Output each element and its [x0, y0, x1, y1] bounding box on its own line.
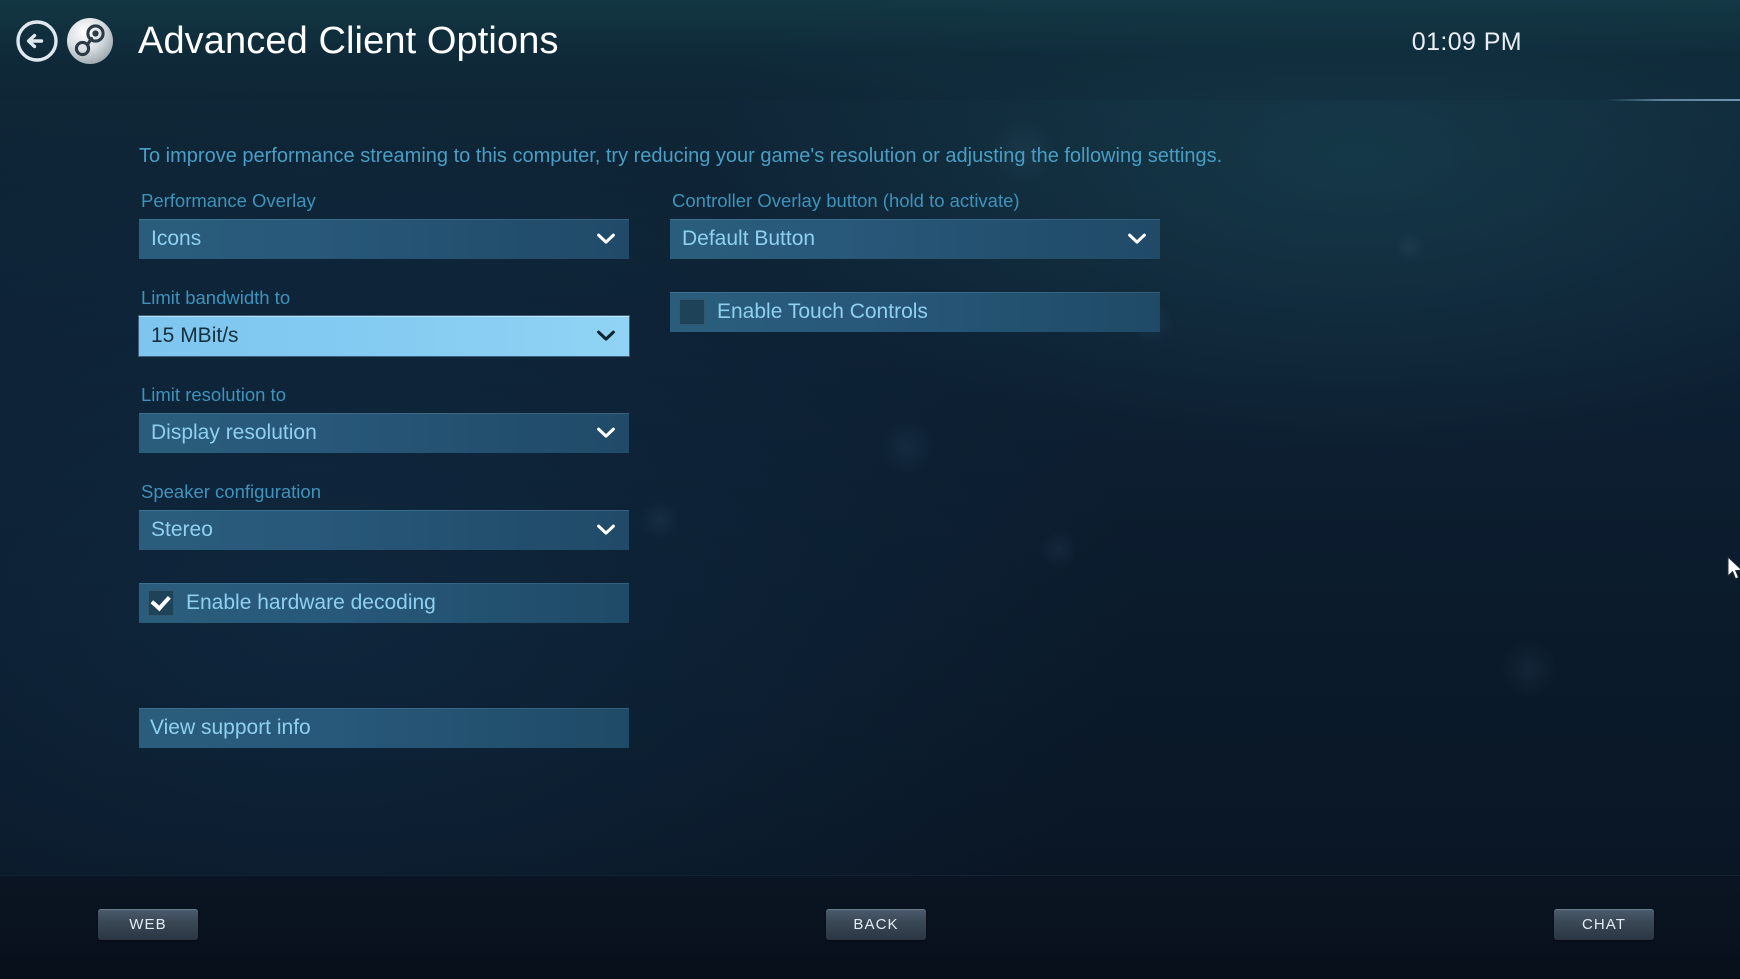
speaker-configuration-value: Stereo: [151, 518, 213, 541]
enable-touch-controls-checkbox[interactable]: [679, 299, 705, 325]
view-support-info-button[interactable]: View support info: [139, 708, 629, 748]
settings-content: To improve performance streaming to this…: [0, 100, 1740, 875]
page-title: Advanced Client Options: [138, 20, 559, 62]
limit-resolution-label: Limit resolution to: [141, 384, 286, 405]
steam-logo-icon: [66, 17, 114, 65]
enable-touch-controls-row[interactable]: Enable Touch Controls: [670, 292, 1160, 332]
controller-overlay-button-label: Controller Overlay button (hold to activ…: [672, 190, 1020, 211]
performance-overlay-label: Performance Overlay: [141, 190, 316, 211]
page-header: Advanced Client Options 01:09 PM: [0, 0, 1740, 101]
performance-overlay-value: Icons: [151, 227, 202, 250]
chevron-down-icon: [597, 330, 615, 342]
enable-hardware-decoding-row[interactable]: Enable hardware decoding: [139, 583, 629, 623]
clock: 01:09 PM: [1411, 28, 1522, 56]
enable-touch-controls-label: Enable Touch Controls: [717, 300, 928, 323]
enable-hardware-decoding-label: Enable hardware decoding: [186, 591, 436, 614]
chevron-down-icon: [597, 427, 615, 439]
speaker-configuration-label: Speaker configuration: [141, 481, 321, 502]
chevron-down-icon: [597, 524, 615, 536]
controller-overlay-button-dropdown[interactable]: Default Button: [670, 219, 1160, 259]
setting-performance-overlay: Performance Overlay Icons: [139, 190, 629, 259]
limit-resolution-dropdown[interactable]: Display resolution: [139, 413, 629, 453]
footer-bar: WEB BACK CHAT: [0, 875, 1740, 979]
limit-resolution-value: Display resolution: [151, 421, 317, 444]
web-button[interactable]: WEB: [98, 909, 198, 940]
intro-description: To improve performance streaming to this…: [139, 145, 1223, 167]
speaker-configuration-dropdown[interactable]: Stereo: [139, 510, 629, 550]
limit-bandwidth-dropdown[interactable]: 15 MBit/s: [139, 316, 629, 356]
setting-speaker-configuration: Speaker configuration Stereo: [139, 481, 629, 550]
controller-overlay-button-value: Default Button: [682, 227, 816, 250]
view-support-info-label: View support info: [150, 716, 311, 739]
setting-limit-resolution: Limit resolution to Display resolution: [139, 384, 629, 453]
setting-limit-bandwidth: Limit bandwidth to 15 MBit/s: [139, 287, 629, 356]
performance-overlay-dropdown[interactable]: Icons: [139, 219, 629, 259]
chat-button[interactable]: CHAT: [1554, 909, 1654, 940]
chevron-down-icon: [597, 233, 615, 245]
setting-controller-overlay-button: Controller Overlay button (hold to activ…: [670, 190, 1160, 259]
back-arrow-icon[interactable]: [16, 20, 58, 62]
steam-big-picture-screen: Advanced Client Options 01:09 PM To impr…: [0, 0, 1740, 979]
limit-bandwidth-value: 15 MBit/s: [151, 324, 239, 347]
chevron-down-icon: [1128, 233, 1146, 245]
limit-bandwidth-label: Limit bandwidth to: [141, 287, 291, 308]
back-button[interactable]: BACK: [826, 909, 926, 940]
enable-hardware-decoding-checkbox[interactable]: [148, 590, 174, 616]
